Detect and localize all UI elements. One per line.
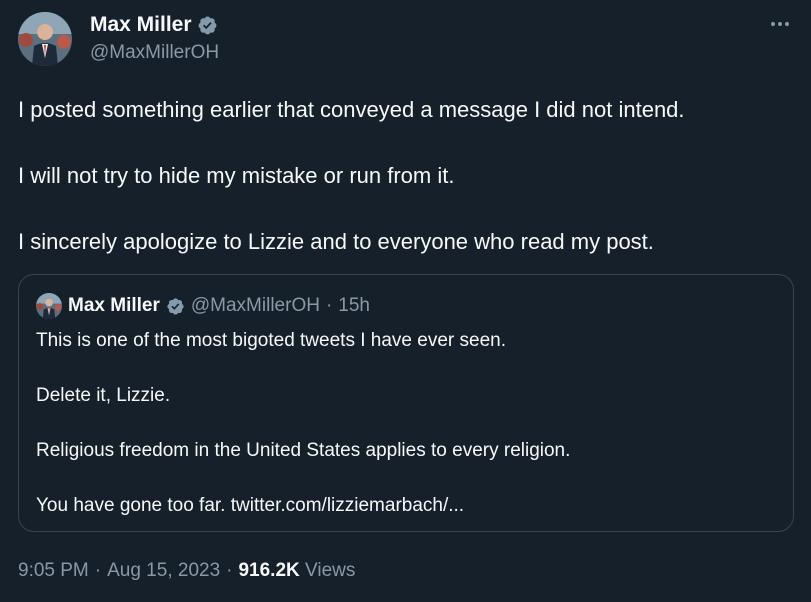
quoted-tweet-header: Max Miller @MaxMillerOH · 15h [36, 293, 370, 319]
quoted-paragraph: Delete it, Lizzie. [36, 385, 171, 406]
author-name[interactable]: Max Miller [90, 13, 218, 37]
author-avatar[interactable] [18, 12, 72, 66]
tweet-text: I posted something earlier that conveyed… [18, 96, 798, 294]
more-dot [778, 22, 782, 26]
more-options-icon[interactable] [767, 14, 793, 34]
author-display-name[interactable]: Max Miller [90, 13, 192, 37]
more-dot [785, 22, 789, 26]
separator-dot: · [226, 560, 233, 581]
quoted-paragraph: You have gone too far. twitter.com/lizzi… [36, 495, 465, 516]
quoted-tweet-text: This is one of the most bigoted tweets I… [36, 329, 776, 549]
views-label: Views [305, 560, 356, 581]
verified-badge-icon [197, 15, 218, 36]
tweet-meta: 9:05 PM · Aug 15, 2023 · 916.2K Views [18, 560, 355, 582]
quoted-paragraph: This is one of the most bigoted tweets I… [36, 330, 506, 351]
quoted-tweet-card[interactable]: Max Miller @MaxMillerOH · 15h This is on… [18, 274, 794, 532]
separator-dot: · [325, 295, 333, 316]
quoted-paragraph: Religious freedom in the United States a… [36, 440, 571, 461]
quoted-author-avatar[interactable] [36, 293, 62, 319]
author-handle[interactable]: @MaxMillerOH [90, 42, 219, 64]
tweet-paragraph: I sincerely apologize to Lizzie and to e… [18, 229, 654, 254]
quoted-author-name[interactable]: Max Miller [68, 295, 160, 317]
tweet-paragraph: I posted something earlier that conveyed… [18, 97, 685, 122]
tweet-date[interactable]: Aug 15, 2023 [107, 560, 220, 582]
quoted-tweet-time[interactable]: 15h [338, 295, 370, 317]
tweet-paragraph: I will not try to hide my mistake or run… [18, 163, 455, 188]
views-count: 916.2K [238, 560, 300, 581]
separator-dot: · [94, 560, 102, 581]
tweet-time[interactable]: 9:05 PM [18, 560, 89, 582]
quoted-author-handle[interactable]: @MaxMillerOH [191, 295, 320, 317]
verified-badge-icon [166, 297, 185, 316]
more-dot [771, 22, 775, 26]
